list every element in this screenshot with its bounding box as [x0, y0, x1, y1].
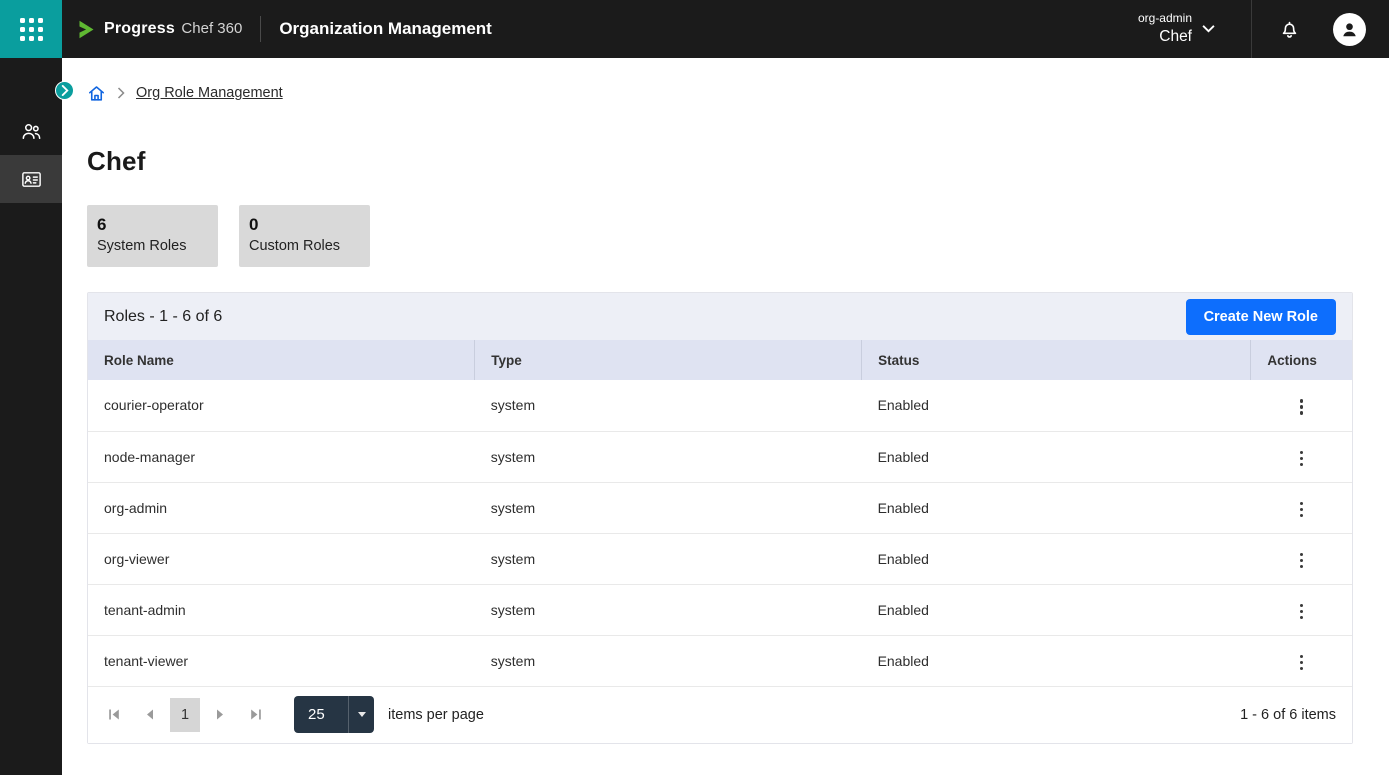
custom-roles-label: Custom Roles	[249, 238, 356, 254]
cell-type: system	[475, 533, 862, 584]
brand-progress-text: Progress	[104, 20, 175, 37]
page-size-value: 25	[294, 706, 348, 723]
chevron-right-icon	[61, 85, 69, 96]
brand-logo: Progress Chef 360	[76, 19, 242, 40]
breadcrumb-org-role-management-link[interactable]: Org Role Management	[136, 85, 283, 101]
cell-type: system	[475, 635, 862, 686]
column-header-role-name: Role Name	[88, 340, 475, 380]
items-per-page-label: items per page	[388, 707, 484, 723]
breadcrumb-home-link[interactable]	[87, 84, 106, 103]
brand-product-text: Chef 360	[181, 20, 242, 37]
cell-role-name: tenant-viewer	[88, 635, 475, 686]
sidebar-item-org-roles[interactable]	[0, 155, 62, 203]
cell-type: system	[475, 584, 862, 635]
account-menu[interactable]: org-admin Chef	[1138, 10, 1215, 47]
last-page-icon	[249, 708, 263, 721]
table-row: org-admin system Enabled	[88, 482, 1352, 533]
row-actions-kebab-button[interactable]	[1291, 445, 1313, 473]
prev-page-icon	[145, 708, 155, 721]
roles-table: Role Name Type Status Actions courier-op…	[88, 340, 1352, 687]
users-icon	[20, 120, 43, 143]
cell-role-name: org-admin	[88, 482, 475, 533]
cell-status: Enabled	[862, 533, 1251, 584]
page-size-select[interactable]: 25	[294, 696, 374, 733]
app-launcher-button[interactable]	[0, 0, 62, 58]
role-badge-icon	[20, 168, 43, 191]
sidebar	[0, 58, 62, 775]
progress-chevron-icon	[76, 19, 97, 40]
cell-role-name: org-viewer	[88, 533, 475, 584]
roles-card: Roles - 1 - 6 of 6 Create New Role Role …	[87, 292, 1353, 744]
table-row: node-manager system Enabled	[88, 431, 1352, 482]
table-row: tenant-admin system Enabled	[88, 584, 1352, 635]
next-page-button[interactable]	[202, 697, 238, 733]
custom-roles-count: 0	[249, 215, 356, 235]
header-icons-group	[1251, 0, 1389, 58]
roles-card-header: Roles - 1 - 6 of 6 Create New Role	[88, 293, 1352, 340]
account-org-label: Chef	[1138, 27, 1192, 48]
pagination-range-label: 1 - 6 of 6 items	[1240, 707, 1336, 723]
table-header-row: Role Name Type Status Actions	[88, 340, 1352, 380]
last-page-button[interactable]	[238, 697, 274, 733]
notifications-button[interactable]	[1278, 18, 1301, 41]
top-bar: Progress Chef 360 Organization Managemen…	[0, 0, 1389, 58]
app-root: Progress Chef 360 Organization Managemen…	[0, 0, 1389, 775]
chevron-separator-icon	[117, 87, 125, 99]
cell-role-name: courier-operator	[88, 380, 475, 431]
page-title: Chef	[87, 146, 1353, 177]
pagination-bar: 1 25	[88, 687, 1352, 743]
topbar-divider	[260, 16, 261, 42]
stat-card-custom-roles: 0 Custom Roles	[239, 205, 370, 267]
account-role-label: org-admin	[1138, 10, 1192, 26]
row-actions-kebab-button[interactable]	[1291, 547, 1313, 575]
column-header-status: Status	[862, 340, 1251, 380]
dropdown-caret-icon	[348, 696, 374, 733]
avatar-icon	[1340, 20, 1359, 39]
cell-status: Enabled	[862, 482, 1251, 533]
sidebar-item-users[interactable]	[0, 107, 62, 155]
cell-type: system	[475, 482, 862, 533]
table-row: org-viewer system Enabled	[88, 533, 1352, 584]
table-row: courier-operator system Enabled	[88, 380, 1352, 431]
cell-status: Enabled	[862, 584, 1251, 635]
column-header-type: Type	[475, 340, 862, 380]
apps-grid-icon	[20, 18, 43, 41]
create-new-role-button[interactable]: Create New Role	[1186, 299, 1336, 335]
next-page-icon	[215, 708, 225, 721]
chevron-down-icon	[1202, 24, 1215, 33]
cell-type: system	[475, 431, 862, 482]
cell-type: system	[475, 380, 862, 431]
avatar	[1333, 13, 1366, 46]
row-actions-kebab-button[interactable]	[1291, 598, 1313, 626]
app-title: Organization Management	[279, 19, 492, 39]
stat-card-system-roles: 6 System Roles	[87, 205, 218, 267]
system-roles-label: System Roles	[97, 238, 204, 254]
row-actions-kebab-button[interactable]	[1291, 649, 1313, 677]
row-actions-kebab-button[interactable]	[1291, 393, 1313, 421]
previous-page-button[interactable]	[132, 697, 168, 733]
table-row: tenant-viewer system Enabled	[88, 635, 1352, 686]
first-page-button[interactable]	[96, 697, 132, 733]
first-page-icon	[107, 708, 121, 721]
home-icon	[87, 84, 106, 103]
cell-role-name: node-manager	[88, 431, 475, 482]
cell-role-name: tenant-admin	[88, 584, 475, 635]
row-actions-kebab-button[interactable]	[1291, 496, 1313, 524]
cell-status: Enabled	[862, 380, 1251, 431]
cell-status: Enabled	[862, 635, 1251, 686]
system-roles-count: 6	[97, 215, 204, 235]
roles-card-title: Roles - 1 - 6 of 6	[104, 308, 222, 326]
current-page-button[interactable]: 1	[170, 698, 200, 732]
main-content: Org Role Management Chef 6 System Roles …	[62, 58, 1389, 775]
cell-status: Enabled	[862, 431, 1251, 482]
breadcrumb: Org Role Management	[87, 80, 1353, 106]
profile-button[interactable]	[1333, 13, 1366, 46]
stats-row: 6 System Roles 0 Custom Roles	[87, 205, 1353, 267]
bell-icon	[1278, 18, 1301, 41]
column-header-actions: Actions	[1251, 340, 1352, 380]
sidebar-expand-button[interactable]	[55, 81, 74, 100]
